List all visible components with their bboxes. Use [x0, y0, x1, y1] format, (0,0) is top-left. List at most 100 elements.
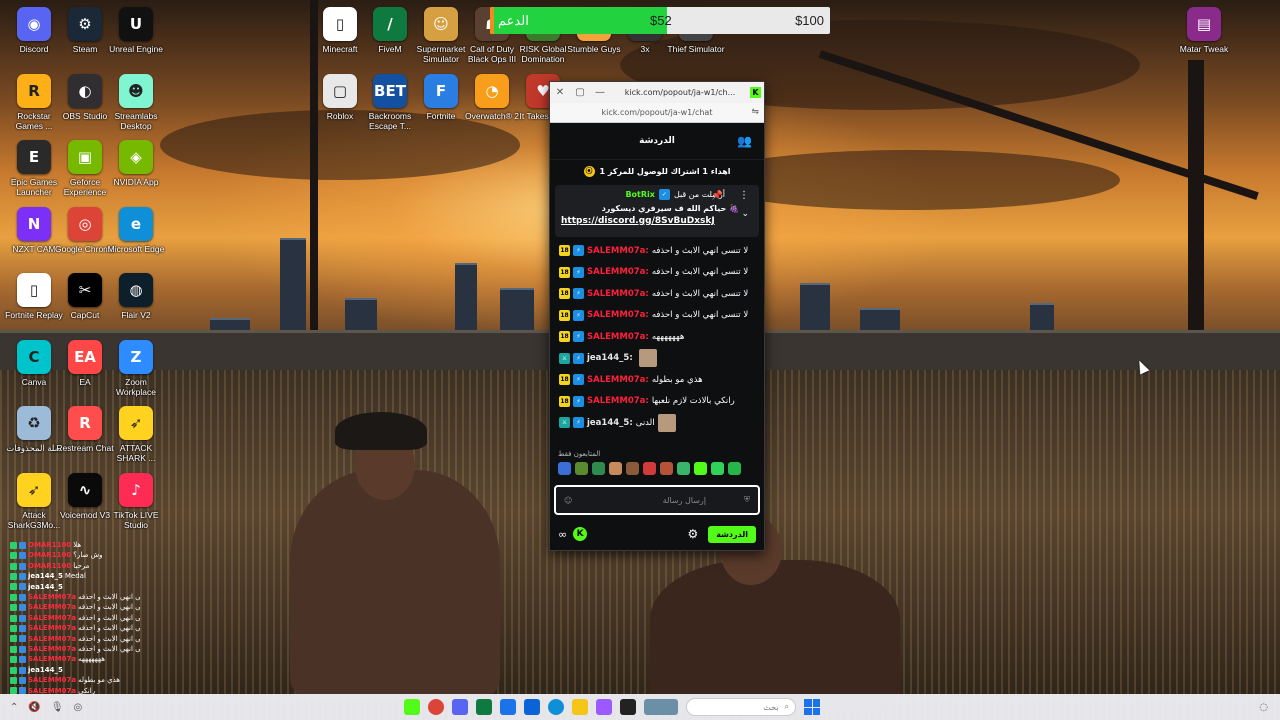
terminal-taskbar-icon[interactable] — [620, 699, 636, 715]
desktop-icon-unreal[interactable]: U Unreal Engine — [105, 7, 167, 54]
chat-send-button[interactable]: الدردشة — [708, 525, 756, 543]
winrar-icon: ▤ — [1187, 7, 1221, 41]
discord-taskbar-icon[interactable] — [452, 699, 468, 715]
edge-taskbar-icon[interactable] — [548, 699, 564, 715]
settings-gear-icon[interactable]: ⚙ — [687, 527, 698, 541]
pin-icon[interactable]: 📌 — [712, 191, 723, 201]
chat-username[interactable]: SALEMM07a: — [587, 396, 649, 406]
chrome-taskbar-icon[interactable] — [428, 699, 444, 715]
chat-username[interactable]: SALEMM07a: — [587, 310, 649, 320]
emote[interactable] — [575, 462, 588, 475]
chat-message-input[interactable]: ☺ إرسال رسالة ⛨ — [554, 485, 760, 515]
desktop-icon-edge[interactable]: e Microsoft Edge — [105, 207, 167, 254]
search-placeholder: بحث — [763, 702, 779, 712]
chat-goal-banner[interactable]: ⦿ اهداء 1 اشتراك للوصول للمركز 1 — [550, 160, 764, 182]
chat-message-text: لا تنسى انهي الابث و احذفه — [651, 310, 749, 321]
points-icon[interactable]: ∞ — [558, 528, 567, 541]
verified-badge-icon — [19, 604, 26, 612]
emote[interactable] — [660, 462, 673, 475]
chat-username[interactable]: jea144_5: — [587, 418, 633, 428]
mute-icon[interactable]: 🔇 — [28, 702, 40, 713]
verified-badge-icon: ✓ — [658, 189, 670, 200]
copilot-taskbar-icon[interactable] — [596, 699, 612, 715]
more-options-icon[interactable]: ⋮ — [739, 190, 749, 201]
chat-message-text: هههههههه — [651, 331, 685, 342]
minimize-icon[interactable]: — — [590, 87, 610, 98]
chat-username[interactable]: jea144_5: — [587, 353, 633, 363]
desktop-icon-tiktok[interactable]: ♪ TikTok LIVE Studio — [105, 473, 167, 530]
overlay-message-text: لا تنسى انهي الابث و احذفه — [78, 645, 140, 654]
subscriber-badge-icon: 18 — [559, 245, 570, 257]
desktop-icon-attackshark[interactable]: ➶ ATTACK SHARK ... — [105, 406, 167, 463]
chat-message[interactable]: ⚔ ⚡ jea144_5: الدنى — [550, 412, 764, 434]
chevron-up-icon[interactable]: ⌃ — [10, 702, 18, 713]
emote[interactable] — [609, 462, 622, 475]
backrooms-icon: BET — [373, 74, 407, 108]
rockstar-icon: R — [17, 74, 51, 108]
emote[interactable] — [626, 462, 639, 475]
store-taskbar-icon[interactable] — [500, 699, 516, 715]
chat-username[interactable]: SALEMM07a: — [587, 267, 649, 277]
widgets-taskbar-icon[interactable] — [644, 699, 678, 715]
chat-message[interactable]: 18 ⚡ SALEMM07a: لا تنسى انهي الابث و احذفه — [550, 262, 764, 284]
donation-goal: $100 — [795, 13, 824, 28]
emote[interactable] — [592, 462, 605, 475]
windows-start-icon[interactable] — [804, 699, 820, 715]
address-bar[interactable]: kick.com/popout/ja-w1/chat ⇋ — [550, 103, 764, 123]
maximize-icon[interactable]: ▢ — [570, 87, 590, 98]
kick-logo-icon[interactable]: K — [573, 527, 588, 541]
chat-message[interactable]: 18 ⚡ SALEMM07a: هذي مو بطوله — [550, 369, 764, 391]
verified-badge-icon: ⚡ — [573, 288, 584, 300]
pinned-message-text: حياكم الله ف سيرفري ديسكورد 🍇 — [601, 204, 739, 213]
chat-message-list[interactable]: 18 ⚡ SALEMM07a: لا تنسى انهي الابث و احذفه 1… — [550, 240, 764, 452]
desktop-icon-blackhole[interactable]: ◍ Flair V2 — [105, 273, 167, 320]
chat-message[interactable]: 18 ⚡ SALEMM07a: لا تنسى انهي الابث و احذفه — [550, 305, 764, 327]
chat-message[interactable]: 18 ⚡ SALEMM07a: لا تنسى انهي الابث و احذفه — [550, 283, 764, 305]
overlay-username: OMAR1100 — [28, 561, 72, 570]
nvidia-icon: ◈ — [119, 140, 153, 174]
kick-taskbar-icon[interactable] — [404, 699, 420, 715]
desktop-icon-nvidia[interactable]: ◈ NVIDIA App — [105, 140, 167, 187]
desktop-icon-winrar[interactable]: ▤ Matar Tweak — [1173, 7, 1235, 54]
kick-badge-icon — [10, 552, 17, 560]
chevron-down-icon[interactable]: ⌄ — [741, 209, 749, 219]
outlook-taskbar-icon[interactable] — [524, 699, 540, 715]
chat-username[interactable]: SALEMM07a: — [587, 375, 649, 385]
unreal-icon: U — [119, 7, 153, 41]
fivem-taskbar-icon[interactable] — [476, 699, 492, 715]
discord-icon: ◉ — [17, 7, 51, 41]
emote[interactable] — [728, 462, 741, 475]
shield-icon[interactable]: ⛨ — [744, 495, 750, 505]
emote[interactable] — [694, 462, 707, 475]
chat-message[interactable]: 18 ⚡ SALEMM07a: هههههههه — [550, 326, 764, 348]
emote[interactable] — [643, 462, 656, 475]
chat-username[interactable]: SALEMM07a: — [587, 332, 649, 342]
desktop-icon-streamlabs[interactable]: ☻ Streamlabs Desktop — [105, 74, 167, 131]
chat-message[interactable]: 18 ⚡ SALEMM07a: رانكي بالاذت لازم نلعبها — [550, 391, 764, 413]
emote[interactable] — [677, 462, 690, 475]
window-titlebar: ✕ ▢ — kick.com/popout/ja-w1/ch... K — [550, 82, 764, 103]
chat-username[interactable]: SALEMM07a: — [587, 289, 649, 299]
chat-message[interactable]: ⚔ ⚡ jea144_5: — [550, 348, 764, 370]
file-explorer-taskbar-icon[interactable] — [572, 699, 588, 715]
donation-current: $52 — [650, 13, 672, 28]
emoji-icon[interactable]: ☺ — [564, 496, 572, 505]
microphone-icon[interactable]: 🎙 — [51, 702, 64, 713]
overlay-message-text: هههههههه — [78, 655, 105, 664]
desktop-icon-zoom[interactable]: Z Zoom Workplace — [105, 340, 167, 397]
kick-favicon-icon: K — [750, 87, 761, 98]
site-settings-icon[interactable]: ⇋ — [751, 107, 759, 117]
emote[interactable] — [558, 462, 571, 475]
chat-username[interactable]: SALEMM07a: — [587, 246, 649, 256]
close-icon[interactable]: ✕ — [550, 87, 570, 98]
users-icon[interactable]: 👥 — [737, 134, 752, 148]
pinned-discord-link[interactable]: https://discord.gg/8SvBuDxskJ — [561, 216, 753, 226]
network-icon[interactable]: ◎ — [74, 702, 83, 713]
donation-bar-accent — [490, 7, 494, 34]
taskbar-search[interactable]: بحث ⌕ — [686, 698, 796, 716]
emote[interactable] — [711, 462, 724, 475]
chat-message[interactable]: 18 ⚡ SALEMM07a: لا تنسى انهي الابث و احذفه — [550, 240, 764, 262]
notification-icon[interactable]: ◌ — [1259, 702, 1268, 713]
overlay-username: SALEMM07a — [28, 613, 77, 622]
window-title: kick.com/popout/ja-w1/ch... — [624, 88, 736, 97]
